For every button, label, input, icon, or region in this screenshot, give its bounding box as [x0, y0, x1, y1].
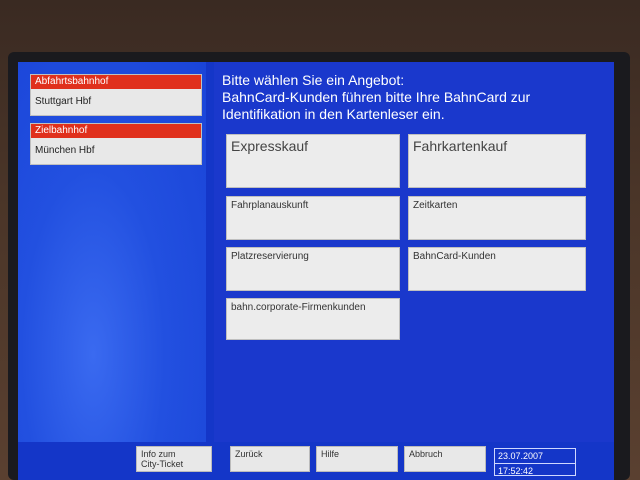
city-ticket-line-2: City-Ticket [141, 459, 184, 469]
fahrplanauskunft-button[interactable]: Fahrplanauskunft [226, 196, 400, 240]
kiosk-screen: Abfahrtsbahnhof Stuttgart Hbf Zielbahnho… [18, 62, 614, 480]
left-panel: Abfahrtsbahnhof Stuttgart Hbf Zielbahnho… [18, 62, 206, 480]
bottom-bar: Info zum City-Ticket Zurück Hilfe Abbruc… [18, 442, 614, 480]
departure-value: Stuttgart Hbf [35, 96, 92, 107]
prompt-line-1: Bitte wählen Sie ein Angebot: [222, 72, 405, 88]
back-button[interactable]: Zurück [230, 446, 310, 472]
departure-station-box[interactable]: Abfahrtsbahnhof Stuttgart Hbf [30, 74, 202, 116]
cancel-button[interactable]: Abbruch [404, 446, 486, 472]
expresskauf-button[interactable]: Expresskauf [226, 134, 400, 188]
bahncard-kunden-button[interactable]: BahnCard-Kunden [408, 247, 586, 291]
city-ticket-line-1: Info zum [141, 449, 176, 459]
firmenkunden-button[interactable]: bahn.corporate-Firmenkunden [226, 298, 400, 340]
time-text: 17:52:42 [495, 463, 575, 478]
destination-station-box[interactable]: Zielbahnhof München Hbf [30, 123, 202, 165]
instruction-text: Bitte wählen Sie ein Angebot: BahnCard-K… [222, 72, 602, 123]
date-time-display: 23.07.2007 17:52:42 [494, 448, 576, 476]
zeitkarten-button[interactable]: Zeitkarten [408, 196, 586, 240]
fahrkartenkauf-button[interactable]: Fahrkartenkauf [408, 134, 586, 188]
help-button[interactable]: Hilfe [316, 446, 398, 472]
prompt-line-2: BahnCard-Kunden führen bitte Ihre BahnCa… [222, 89, 531, 105]
prompt-line-3: Identifikation in den Kartenleser ein. [222, 106, 445, 122]
city-ticket-info-button[interactable]: Info zum City-Ticket [136, 446, 212, 472]
main-area: Bitte wählen Sie ein Angebot: BahnCard-K… [214, 62, 614, 442]
destination-value: München Hbf [35, 145, 95, 156]
platzreservierung-button[interactable]: Platzreservierung [226, 247, 400, 291]
destination-label: Zielbahnhof [31, 124, 201, 138]
departure-label: Abfahrtsbahnhof [31, 75, 201, 89]
date-text: 23.07.2007 [498, 451, 544, 461]
